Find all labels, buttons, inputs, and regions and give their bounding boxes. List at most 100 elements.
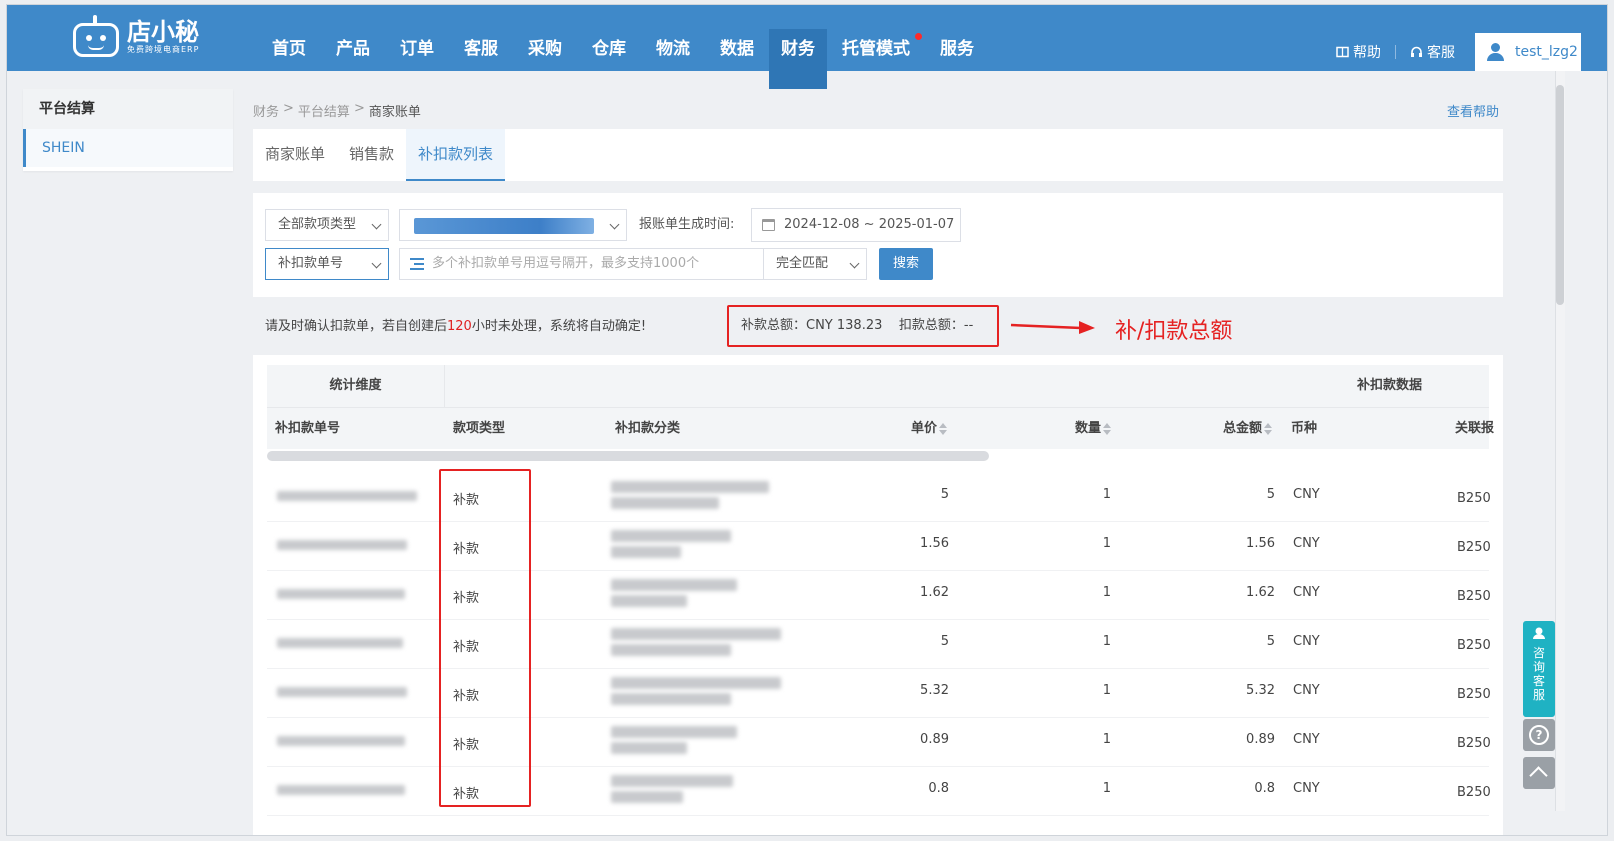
- nav-products[interactable]: 产品: [321, 5, 385, 71]
- col-related-bill[interactable]: 关联报: [1455, 408, 1494, 450]
- field-select[interactable]: 补扣款单号: [265, 248, 389, 280]
- help-link[interactable]: 帮助: [1322, 42, 1395, 62]
- annotation-arrow-icon: [1010, 321, 1095, 334]
- help-label: 帮助: [1353, 45, 1381, 61]
- col-unit-price[interactable]: 单价: [911, 408, 948, 450]
- nav-hosting-mode-label: 托管模式: [842, 39, 910, 59]
- nav-logistics[interactable]: 物流: [641, 5, 705, 71]
- nav-orders[interactable]: 订单: [385, 5, 449, 71]
- notice-pre: 请及时确认扣款单，若自创建后: [265, 319, 448, 334]
- service-link[interactable]: 客服: [1396, 42, 1469, 62]
- breadcrumb-finance[interactable]: 财务: [253, 101, 279, 120]
- date-label: 报账单生成时间:: [639, 217, 735, 232]
- nav-services[interactable]: 服务: [925, 5, 989, 71]
- tabs-card: 商家账单 销售款 补扣款列表: [253, 129, 1503, 181]
- tab-merchant-bill[interactable]: 商家账单: [253, 129, 337, 181]
- group-adjustment-data: 补扣款数据: [1357, 378, 1423, 393]
- col-type[interactable]: 款项类型: [453, 408, 505, 450]
- sort-icon[interactable]: [1264, 422, 1273, 435]
- top-nav: 店小秘 免费跨境电商ERP 首页 产品 订单 客服 采购 仓库 物流 数据 财务…: [7, 5, 1607, 89]
- order-number-input[interactable]: 多个补扣款单号用逗号隔开，最多支持1000个: [399, 248, 765, 280]
- cell-unit-price: 1.62: [920, 585, 949, 600]
- cell-total: 5: [1266, 487, 1275, 502]
- breadcrumb-platform-settlement[interactable]: 平台结算: [298, 101, 350, 120]
- redacted-category: [611, 579, 737, 591]
- cell-currency: CNY: [1293, 732, 1320, 747]
- col-adjustment-no[interactable]: 补扣款单号: [275, 408, 340, 450]
- nav-home[interactable]: 首页: [257, 5, 321, 71]
- col-quantity[interactable]: 数量: [1075, 408, 1112, 450]
- cell-quantity: 1: [1102, 487, 1111, 502]
- totals-highlight-box: 补款总额：CNY 138.23 扣款总额：--: [727, 305, 999, 347]
- chevron-down-icon: [371, 258, 382, 269]
- order-number-placeholder: 多个补扣款单号用逗号隔开，最多支持1000个: [432, 256, 700, 271]
- col-category[interactable]: 补扣款分类: [615, 408, 680, 450]
- sort-icon[interactable]: [939, 422, 948, 435]
- redacted-category: [611, 742, 687, 754]
- breadcrumb-sep: >: [283, 101, 294, 116]
- col-currency[interactable]: 币种: [1291, 408, 1317, 450]
- search-button[interactable]: 搜索: [879, 248, 933, 280]
- sidebar: 平台结算 SHEIN: [23, 89, 233, 171]
- cell-total: 5: [1266, 634, 1275, 649]
- cell-unit-price: 5: [940, 634, 949, 649]
- user-menu[interactable]: test_lzg2: [1475, 33, 1581, 71]
- redacted-adjustment-no: [277, 736, 405, 746]
- chevron-up-icon: [1529, 766, 1548, 785]
- tab-adjustment-list[interactable]: 补扣款列表: [406, 129, 506, 181]
- cell-currency: CNY: [1293, 683, 1320, 698]
- chevron-down-icon: [371, 219, 382, 230]
- col-total[interactable]: 总金额: [1223, 408, 1273, 450]
- cell-currency: CNY: [1293, 781, 1320, 796]
- notice-hours: 120: [447, 319, 472, 334]
- table-group-header: 统计维度 补扣款数据: [267, 365, 1489, 407]
- date-range-value: 2024-12-08 ~ 2025-01-07: [784, 217, 955, 232]
- chevron-down-icon: [849, 258, 860, 269]
- vertical-scrollbar-thumb[interactable]: [1556, 85, 1564, 305]
- redacted-category: [611, 595, 687, 607]
- nav-warehouse[interactable]: 仓库: [577, 5, 641, 71]
- tabs: 商家账单 销售款 补扣款列表: [253, 129, 1503, 181]
- nav-right: 帮助 客服 test_lzg2: [1322, 33, 1607, 71]
- consult-service-button[interactable]: 咨询客服: [1523, 621, 1555, 717]
- nav-customer-service[interactable]: 客服: [449, 5, 513, 71]
- store-select[interactable]: [399, 209, 627, 241]
- tab-sales[interactable]: 销售款: [337, 129, 406, 181]
- cell-related-bill: B250: [1457, 736, 1491, 751]
- sort-icon[interactable]: [1103, 422, 1112, 435]
- main-menu: 首页 产品 订单 客服 采购 仓库 物流 数据 财务 托管模式 服务: [257, 5, 989, 89]
- redacted-category: [611, 644, 731, 656]
- cell-quantity: 1: [1102, 732, 1111, 747]
- logo[interactable]: 店小秘 免费跨境电商ERP: [71, 15, 199, 59]
- consult-service-label: 咨询客服: [1532, 646, 1545, 702]
- sidebar-item-shein[interactable]: SHEIN: [23, 129, 233, 167]
- nav-purchase[interactable]: 采购: [513, 5, 577, 71]
- redacted-category: [611, 497, 719, 509]
- match-select[interactable]: 完全匹配: [763, 248, 867, 280]
- cell-total: 5.32: [1246, 683, 1275, 698]
- nav-finance[interactable]: 财务: [769, 29, 827, 89]
- view-help-link[interactable]: 查看帮助: [1447, 101, 1499, 120]
- help-float-button[interactable]: ?: [1523, 719, 1555, 751]
- sidebar-header: 平台结算: [23, 89, 233, 129]
- chevron-down-icon: [609, 219, 620, 230]
- nav-data[interactable]: 数据: [705, 5, 769, 71]
- redacted-adjustment-no: [277, 491, 417, 501]
- cell-quantity: 1: [1102, 536, 1111, 551]
- username: test_lzg2: [1515, 44, 1578, 60]
- nav-hosting-mode[interactable]: 托管模式: [827, 5, 925, 71]
- cell-quantity: 1: [1102, 634, 1111, 649]
- type-select[interactable]: 全部款项类型: [265, 209, 389, 241]
- date-range-picker[interactable]: 2024-12-08 ~ 2025-01-07: [751, 208, 961, 242]
- col-quantity-label: 数量: [1075, 421, 1102, 436]
- redacted-category: [611, 628, 781, 640]
- back-to-top-button[interactable]: [1523, 757, 1555, 789]
- question-icon: ?: [1529, 725, 1549, 745]
- col-unit-price-label: 单价: [911, 421, 938, 436]
- cell-unit-price: 5: [940, 487, 949, 502]
- logo-subtitle: 免费跨境电商ERP: [127, 45, 200, 54]
- redacted-category: [611, 677, 781, 689]
- horizontal-scrollbar[interactable]: [267, 451, 989, 461]
- cell-related-bill: B250: [1457, 589, 1491, 604]
- cell-quantity: 1: [1102, 585, 1111, 600]
